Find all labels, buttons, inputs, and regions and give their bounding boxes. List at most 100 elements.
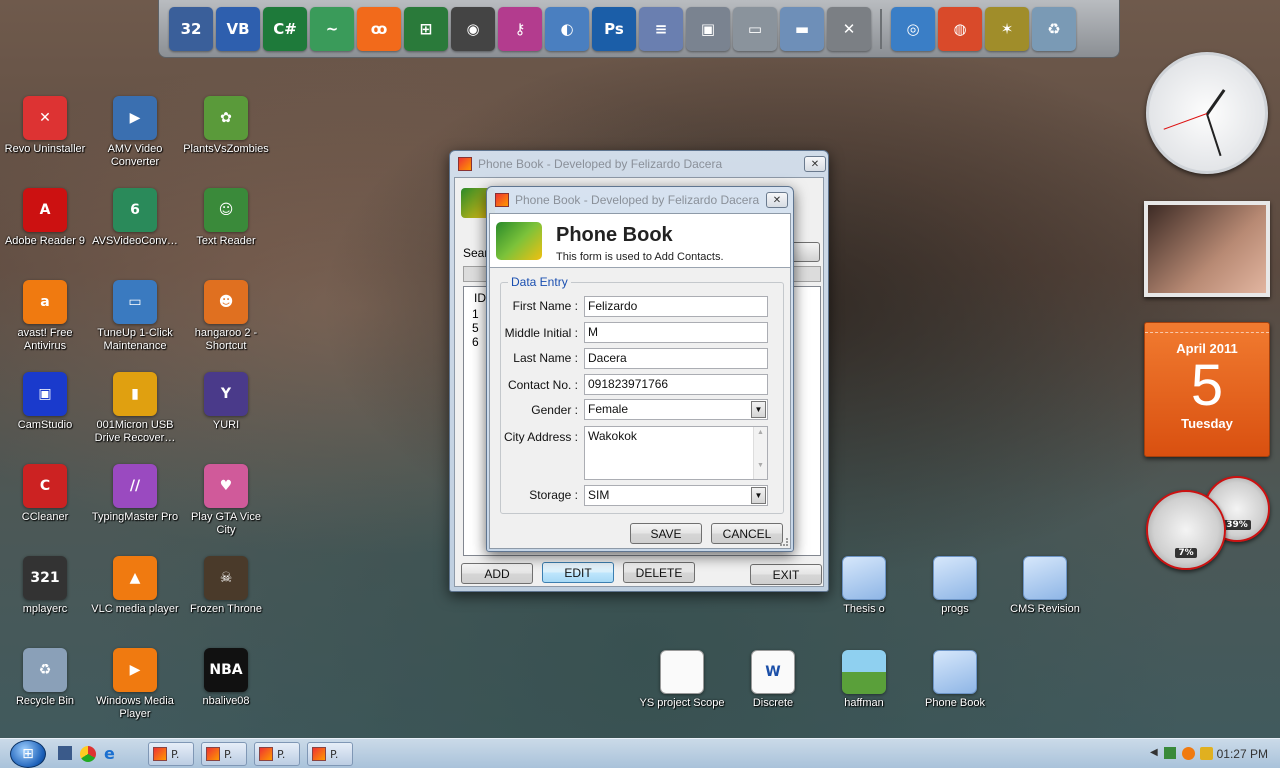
desktop-shortcut[interactable]: Y YURI [181,372,271,432]
ie-quicklaunch-icon[interactable]: e [104,744,115,763]
show-desktop-icon[interactable] [58,746,72,760]
visual-basic-icon[interactable]: VB [216,6,260,51]
add-contact-dialog[interactable]: Phone Book - Developed by Felizardo Dace… [486,186,794,552]
desktop-shortcut[interactable]: ✕ Revo Uninstaller [0,96,90,156]
memory-meter-value: 39% [1223,520,1251,530]
folder-icon[interactable]: ▬ [780,6,824,51]
top-dock: 32 VB C# ~ ꝏ ⊞ ◉ ⚷ ◐ Ps ≡ ▣ ▭ ▬ ✕ ◎ ◍ ✶ ♻ [158,0,1120,58]
chevron-down-icon[interactable]: ▼ [751,401,766,418]
desktop-shortcut-label: AMV Video Converter [107,143,163,168]
main-window-title: Phone Book - Developed by Felizardo Dace… [478,157,723,171]
exit-button[interactable]: EXIT [750,564,822,585]
middle-initial-field[interactable]: M [584,322,768,343]
mysql-icon[interactable]: ◐ [545,6,589,51]
last-name-field[interactable]: Dacera [584,348,768,369]
desktop-file-label: progs [941,603,969,615]
taskbar-task-button[interactable]: P. [307,742,353,766]
main-window-close-button[interactable]: ✕ [804,156,826,172]
storage-select[interactable]: SIM ▼ [584,485,768,506]
photoshop-icon[interactable]: Ps [592,6,636,51]
desktop-file[interactable]: YS project Scope [637,650,727,710]
dreamweaver-icon[interactable]: ~ [310,6,354,51]
taskbar-task-button[interactable]: P. [201,742,247,766]
edit-button[interactable]: EDIT [542,562,614,583]
taskbar-clock[interactable]: 01:27 PM [1217,747,1268,761]
notepad-icon[interactable]: ≡ [639,6,683,51]
network-tray-icon[interactable] [1164,747,1176,759]
tray-chevron-icon[interactable]: ◀ [1150,747,1158,758]
start-button[interactable]: ⊞ [10,740,46,768]
toolbox-icon[interactable]: ▣ [686,6,730,51]
first-name-field[interactable]: Felizardo [584,296,768,317]
desktop-shortcut[interactable]: // TypingMaster Pro [90,464,180,524]
contact-no-label: Contact No. : [507,378,578,392]
delete-button[interactable]: DELETE [623,562,695,583]
save-button[interactable]: SAVE [630,523,702,544]
desktop-shortcut[interactable]: ♻ Recycle Bin [0,648,90,708]
desktop-shortcut-label: Text Reader [196,235,256,247]
desktop-shortcut[interactable]: 321 mplayerc [0,556,90,616]
cpu-meter-gadget[interactable]: 7% [1146,490,1226,570]
desktop-shortcut[interactable]: C CCleaner [0,464,90,524]
contact-no-field[interactable]: 091823971766 [584,374,768,395]
gender-select-value: Female [588,402,629,416]
key-icon[interactable]: ⚷ [498,6,542,51]
calendar-gadget[interactable]: April 2011 5 Tuesday [1144,322,1270,457]
volume-tray-icon[interactable] [1200,747,1213,760]
taskbar-task-button[interactable]: P. [254,742,300,766]
desktop-shortcut[interactable]: ▮ 001Micron USB Drive Recover… [90,372,180,445]
desktop-shortcut[interactable]: ♥ Play GTA Vice City [181,464,271,537]
dialog-header: Phone Book This form is used to Add Cont… [490,214,790,268]
resize-grip-icon[interactable] [780,538,788,546]
network-diagram-icon[interactable]: ⊞ [404,6,448,51]
desktop-shortcut[interactable]: ☠ Frozen Throne [181,556,271,616]
revo-uninstaller-icon: ✕ [23,96,67,140]
desktop-shortcut[interactable]: ▣ CamStudio [0,372,90,432]
nero-icon[interactable]: ◉ [451,6,495,51]
chevron-down-icon[interactable]: ▼ [751,487,766,504]
desktop-file[interactable]: Phone Book [910,650,1000,710]
dialog-titlebar[interactable]: Phone Book - Developed by Felizardo Dace… [487,187,793,213]
desktop-shortcut[interactable]: 6 AVSVideoConv… [90,188,180,248]
xampp-icon[interactable]: ꝏ [357,6,401,51]
taskbar-task-button[interactable]: P. [148,742,194,766]
desktop-shortcut[interactable]: ▶ AMV Video Converter [90,96,180,169]
desktop-shortcut[interactable]: ☻ hangaroo 2 - Shortcut [181,280,271,353]
desktop-file[interactable]: CMS Revision [1000,556,1090,616]
slideshow-gadget[interactable] [1144,201,1270,297]
desktop-shortcut[interactable]: A Adobe Reader 9 [0,188,90,248]
vb6-icon[interactable]: 32 [169,6,213,51]
network-icon[interactable]: ◎ [891,6,935,51]
tools-icon[interactable]: ✕ [827,6,871,51]
main-window-titlebar[interactable]: Phone Book - Developed by Felizardo Dace… [450,151,828,177]
gender-select[interactable]: Female ▼ [584,399,768,420]
desktop-shortcut[interactable]: NBA nbalive08 [181,648,271,708]
rays-icon[interactable]: ✶ [985,6,1029,51]
city-address-scrollbar[interactable]: ▲ ▼ [753,427,767,479]
desktop-file[interactable]: progs [910,556,1000,616]
avast-icon: a [23,280,67,324]
chrome-quicklaunch-icon[interactable] [80,746,96,762]
desktop-shortcut[interactable]: ▭ TuneUp 1-Click Maintenance [90,280,180,353]
hangaroo-icon: ☻ [204,280,248,324]
desktop-shortcut[interactable]: ▲ VLC media player [90,556,180,616]
cancel-button[interactable]: CANCEL [711,523,783,544]
desktop-file[interactable]: haffman [819,650,909,710]
dialog-close-button[interactable]: ✕ [766,192,788,208]
desktop-shortcut[interactable]: ☺ Text Reader [181,188,271,248]
computer-icon[interactable]: ▭ [733,6,777,51]
csharp-icon[interactable]: C# [263,6,307,51]
add-button[interactable]: ADD [461,563,533,584]
desktop-shortcut[interactable]: ✿ PlantsVsZombies [181,96,271,156]
desktop-shortcut[interactable]: a avast! Free Antivirus [0,280,90,353]
desktop-file[interactable]: W Discrete [728,650,818,710]
desktop-file[interactable]: Thesis o [819,556,909,616]
search-button[interactable] [790,242,820,262]
desktop-shortcut[interactable]: ▶ Windows Media Player [90,648,180,721]
city-address-field[interactable]: Wakokok ▲ ▼ [584,426,768,480]
desktop-shortcut-label: TypingMaster Pro [91,511,179,523]
chrome-icon[interactable]: ◍ [938,6,982,51]
recycle-bin-icon[interactable]: ♻ [1032,6,1076,51]
clock-gadget[interactable] [1146,52,1268,174]
avast-tray-icon[interactable] [1182,747,1195,760]
